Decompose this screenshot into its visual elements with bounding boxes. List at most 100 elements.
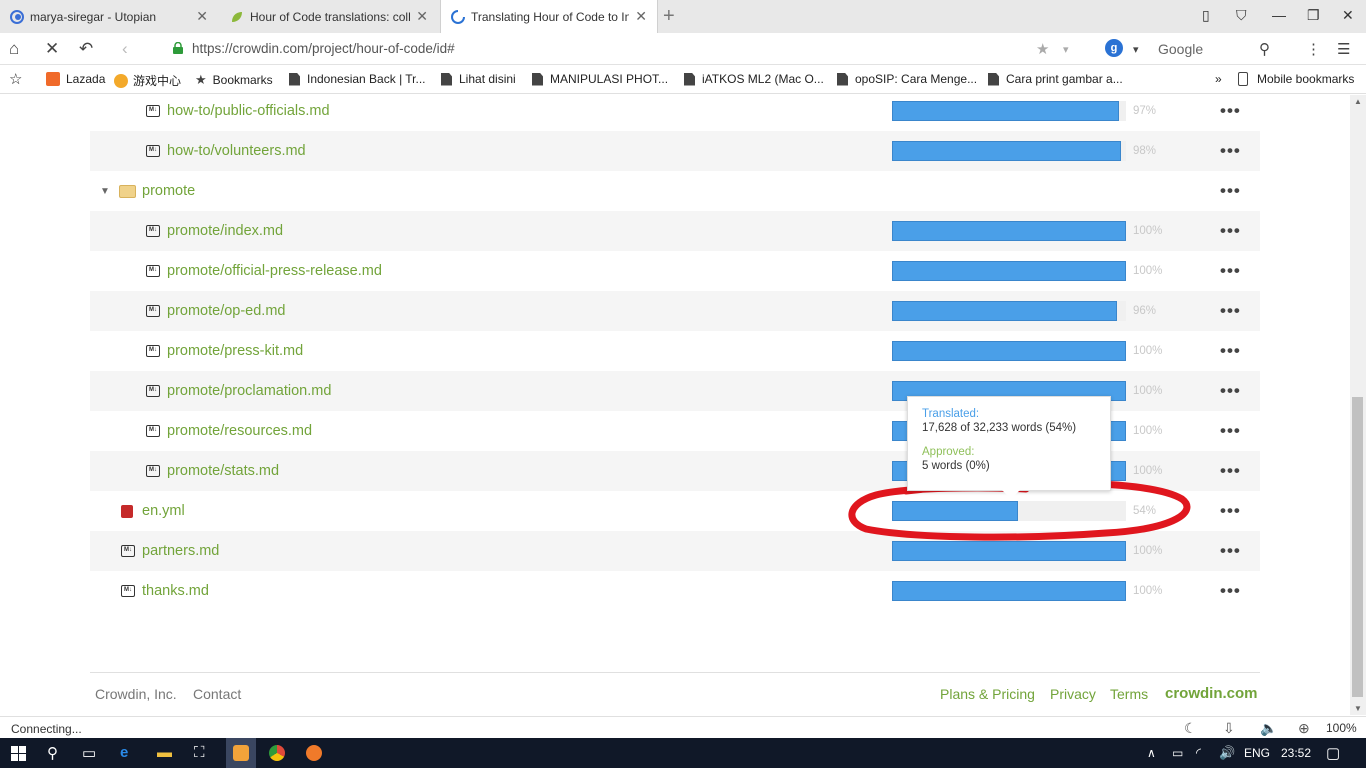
task-view-icon[interactable]: ▭ — [82, 744, 96, 762]
zoom-level[interactable]: 100% — [1326, 721, 1357, 735]
file-name-link[interactable]: partners.md — [142, 543, 219, 559]
close-icon[interactable]: ✕ — [196, 8, 208, 25]
progress-bar[interactable] — [892, 341, 1126, 361]
scroll-down-icon[interactable]: ▼ — [1354, 704, 1362, 713]
notifications-icon[interactable]: ▢ — [1326, 744, 1340, 762]
scroll-up-icon[interactable]: ▲ — [1354, 97, 1362, 106]
file-row[interactable]: M↓ promote/official-press-release.md 100% •… — [90, 251, 1260, 291]
taskbar-active-app[interactable] — [226, 738, 256, 768]
file-name-link[interactable]: promote/stats.md — [167, 463, 279, 479]
restore-icon[interactable]: ❐ — [1307, 7, 1320, 24]
tab-hour-of-code-translations[interactable]: Hour of Code translations: coll ✕ — [220, 0, 438, 33]
bookmark-oposip[interactable]: opoSIP: Cara Menge... — [837, 72, 977, 86]
url-field[interactable]: https://crowdin.com/project/hour-of-code… — [192, 41, 455, 56]
bookmark-cara-print[interactable]: Cara print gambar a... — [988, 72, 1123, 86]
more-options-icon[interactable]: ••• — [1220, 221, 1241, 241]
file-name-link[interactable]: en.yml — [142, 503, 185, 519]
language-indicator[interactable]: ENG — [1244, 746, 1270, 760]
file-name-link[interactable]: how-to/public-officials.md — [167, 103, 330, 119]
scrollbar-thumb[interactable] — [1352, 397, 1363, 697]
chevron-down-icon[interactable]: ▾ — [1133, 43, 1139, 56]
store-icon[interactable]: ⛶ — [194, 744, 205, 761]
file-name-link[interactable]: how-to/volunteers.md — [167, 143, 306, 159]
file-row[interactable]: M↓ promote/op-ed.md 96% ••• — [90, 291, 1260, 331]
more-options-icon[interactable]: ••• — [1220, 101, 1241, 121]
bookmarks-overflow[interactable]: » — [1215, 72, 1222, 86]
download-icon[interactable]: ⇩ — [1223, 720, 1235, 737]
progress-bar[interactable] — [892, 301, 1126, 321]
folder-row[interactable]: ▼ promote ••• — [90, 171, 1260, 211]
zoom-icon[interactable]: ⊕ — [1298, 720, 1310, 737]
file-name-link[interactable]: promote/op-ed.md — [167, 303, 285, 319]
file-row[interactable]: M↓ thanks.md 100% ••• — [90, 571, 1260, 611]
bookmark-iatkos[interactable]: iATKOS ML2 (Mac O... — [684, 72, 824, 86]
tab-translating-hour-of-code[interactable]: Translating Hour of Code to In ✕ — [440, 0, 658, 33]
progress-bar[interactable] — [892, 221, 1126, 241]
more-options-icon[interactable]: ••• — [1220, 341, 1241, 361]
search-icon[interactable]: ⚲ — [47, 744, 58, 762]
more-options-icon[interactable]: ••• — [1220, 501, 1241, 521]
progress-bar[interactable] — [892, 261, 1126, 281]
bookmark-bookmarks[interactable]: ★ Bookmarks — [195, 72, 273, 88]
mobile-bookmarks[interactable]: Mobile bookmarks — [1238, 72, 1354, 86]
file-row[interactable]: M↓ promote/index.md 100% ••• — [90, 211, 1260, 251]
file-name-link[interactable]: thanks.md — [142, 583, 209, 599]
footer-privacy-link[interactable]: Privacy — [1050, 686, 1096, 702]
file-name-link[interactable]: promote/proclamation.md — [167, 383, 331, 399]
bookmark-lihat-disini[interactable]: Lihat disini — [441, 72, 516, 86]
night-mode-icon[interactable]: ☾ — [1184, 720, 1197, 737]
bookmark-indonesian-back[interactable]: Indonesian Back | Tr... — [289, 72, 426, 86]
hamburger-icon[interactable]: ☰ — [1337, 40, 1350, 58]
file-row[interactable]: M↓ how-to/volunteers.md 98% ••• — [90, 131, 1260, 171]
stop-icon[interactable]: ✕ — [45, 39, 59, 59]
edge-icon[interactable]: e — [120, 744, 128, 761]
file-name-link[interactable]: promote/resources.md — [167, 423, 312, 439]
file-explorer-icon[interactable]: ▬ — [157, 744, 172, 761]
tab-utopian[interactable]: marya-siregar - Utopian ✕ — [0, 0, 218, 33]
more-options-icon[interactable]: ••• — [1220, 261, 1241, 281]
more-options-icon[interactable]: ••• — [1220, 581, 1241, 601]
progress-bar[interactable] — [892, 101, 1126, 121]
menu-dots-icon[interactable]: ⋮ — [1306, 40, 1321, 58]
file-name-link[interactable]: promote/press-kit.md — [167, 343, 303, 359]
close-icon[interactable]: ✕ — [416, 8, 428, 25]
progress-bar[interactable] — [892, 141, 1126, 161]
more-options-icon[interactable]: ••• — [1220, 181, 1241, 201]
file-row[interactable]: M↓ how-to/public-officials.md 97% ••• — [90, 91, 1260, 131]
battery-icon[interactable]: ▭ — [1172, 746, 1183, 760]
close-window-icon[interactable]: ✕ — [1342, 7, 1354, 24]
chevron-up-icon[interactable]: ∧ — [1147, 746, 1156, 760]
footer-plans-link[interactable]: Plans & Pricing — [940, 686, 1035, 702]
close-icon[interactable]: ✕ — [635, 8, 647, 25]
volume-icon[interactable]: 🔈 — [1260, 720, 1277, 737]
collapse-caret-icon[interactable]: ▼ — [100, 186, 110, 197]
more-options-icon[interactable]: ••• — [1220, 301, 1241, 321]
star-icon[interactable]: ★ — [1036, 40, 1049, 58]
volume-icon[interactable]: 🔊 — [1219, 745, 1235, 761]
sidebar-toggle-icon[interactable]: ▯ — [1202, 7, 1210, 24]
footer-terms-link[interactable]: Terms — [1110, 686, 1148, 702]
more-options-icon[interactable]: ••• — [1220, 381, 1241, 401]
firefox-icon[interactable] — [306, 745, 322, 761]
windows-start-icon[interactable] — [11, 746, 26, 761]
progress-bar[interactable] — [892, 581, 1126, 601]
file-row[interactable]: M↓ promote/press-kit.md 100% ••• — [90, 331, 1260, 371]
minimize-icon[interactable]: — — [1272, 7, 1286, 23]
bookmark-manipulasi[interactable]: MANIPULASI PHOT... — [532, 72, 668, 86]
footer-contact-link[interactable]: Contact — [193, 686, 241, 702]
back-icon[interactable]: ‹ — [122, 39, 128, 59]
search-input[interactable]: Google — [1158, 41, 1203, 57]
new-tab-icon[interactable]: + — [663, 5, 675, 28]
more-options-icon[interactable]: ••• — [1220, 461, 1241, 481]
chevron-down-icon[interactable]: ▾ — [1063, 43, 1069, 56]
footer-brand-link[interactable]: crowdin.com — [1165, 685, 1258, 702]
star-outline-icon[interactable]: ☆ — [9, 70, 22, 88]
folder-name-link[interactable]: promote — [142, 183, 195, 199]
bookmark-lazada[interactable]: Lazada — [46, 72, 105, 86]
wifi-icon[interactable]: ◜ — [1196, 745, 1201, 761]
more-options-icon[interactable]: ••• — [1220, 141, 1241, 161]
undo-icon[interactable]: ↶ — [79, 39, 93, 59]
file-name-link[interactable]: promote/official-press-release.md — [167, 263, 382, 279]
search-engine-icon[interactable]: g — [1105, 39, 1123, 57]
clock[interactable]: 23:52 — [1281, 746, 1311, 760]
